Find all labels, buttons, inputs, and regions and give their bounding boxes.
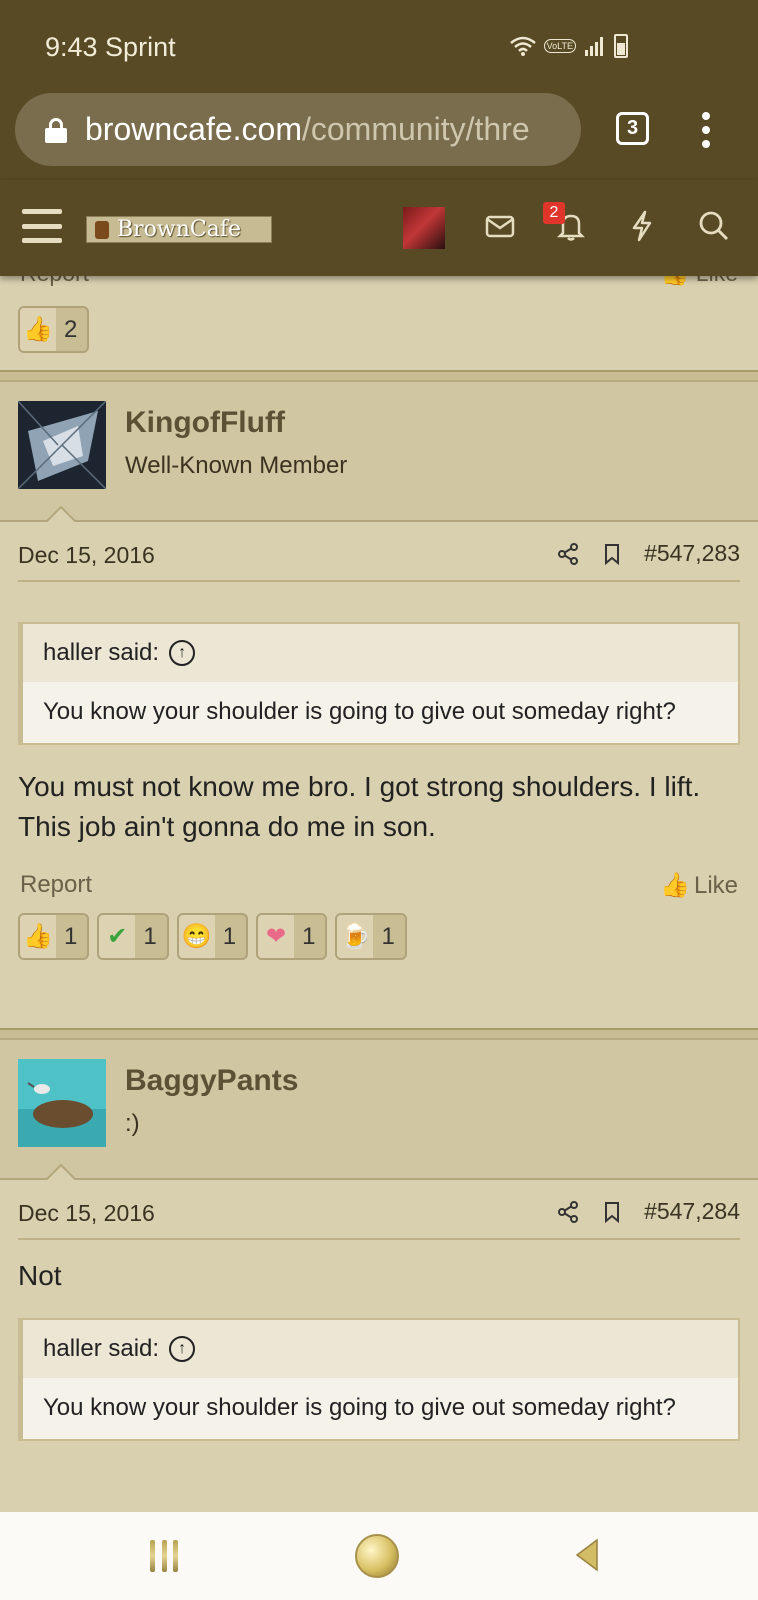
- thread-content: Report 👍 Like 👍2 KingofFluff Well-Known …: [0, 276, 758, 1512]
- heart-icon: ❤: [258, 915, 295, 958]
- post-message: Not: [18, 1260, 62, 1291]
- quote-header[interactable]: haller said: ↑: [23, 624, 738, 682]
- reaction-chip[interactable]: 👍 1: [18, 913, 90, 960]
- post-meta-actions: #547,283: [556, 540, 740, 567]
- browser-menu-button[interactable]: [700, 112, 712, 148]
- browser-toolbar: browncafe.com/community/thre 3: [0, 90, 758, 180]
- quote-author: haller said:: [43, 1335, 160, 1362]
- system-nav-bar: [0, 1512, 758, 1600]
- userbar-pointer: [46, 506, 76, 522]
- battery-icon: [614, 34, 628, 58]
- reaction-chip[interactable]: ✔ 1: [97, 913, 169, 960]
- username[interactable]: BaggyPants: [125, 1064, 298, 1098]
- post-date[interactable]: Dec 15, 2016: [18, 1200, 155, 1227]
- lightning-icon[interactable]: [620, 204, 664, 248]
- site-logo[interactable]: BrownCafe: [86, 216, 272, 243]
- url-domain: browncafe.com: [85, 111, 302, 147]
- thumbs-up-icon: 👍: [20, 915, 56, 958]
- post-meta-actions: #547,284: [556, 1198, 740, 1225]
- reaction-count: 1: [64, 922, 78, 950]
- reaction-chip[interactable]: 😁 1: [176, 913, 249, 960]
- url-path: /community/thre: [301, 111, 530, 147]
- back-icon[interactable]: [575, 1538, 599, 1572]
- previous-post-reactions: 👍 2: [18, 306, 90, 353]
- post-date[interactable]: Dec 15, 2016: [18, 542, 155, 569]
- share-icon[interactable]: [556, 542, 580, 566]
- post-reactions: 👍 1 ✔ 1 😁 1 ❤ 1 🍺 1: [18, 913, 407, 960]
- reaction-count: 1: [222, 922, 237, 950]
- like-button[interactable]: 👍 Like: [660, 871, 738, 900]
- thumbs-up-icon: 👍: [20, 308, 56, 351]
- quote-block: haller said: ↑ You know your shoulder is …: [18, 622, 740, 745]
- quote-author: haller said:: [43, 639, 160, 666]
- wifi-icon: [509, 36, 536, 56]
- report-link[interactable]: Report: [20, 276, 89, 286]
- post-message: You must not know me bro. I got strong s…: [18, 771, 701, 842]
- reaction-count: 1: [143, 922, 157, 950]
- like-label: Like: [693, 871, 738, 899]
- userbar-pointer: [46, 1164, 76, 1180]
- post-meta: Dec 15, 2016 #547,283: [18, 522, 740, 582]
- recents-icon[interactable]: [150, 1540, 178, 1572]
- like-label: Like: [696, 276, 738, 286]
- lock-icon: [45, 117, 67, 143]
- post-547283: KingofFluff Well-Known Member Dec 15, 20…: [0, 370, 758, 971]
- post-userbar: KingofFluff Well-Known Member: [0, 382, 758, 522]
- user-title: :): [125, 1110, 140, 1137]
- quote-header[interactable]: haller said: ↑: [23, 1320, 738, 1378]
- post-meta: Dec 15, 2016 #547,284: [18, 1180, 740, 1240]
- bookmark-icon[interactable]: [600, 1200, 624, 1224]
- reaction-count: 2: [64, 315, 78, 343]
- post-userbar: BaggyPants :): [0, 1040, 758, 1180]
- thumbs-up-icon: 👍: [661, 276, 690, 286]
- previous-post-actions: Report 👍 Like: [20, 276, 738, 290]
- avatar[interactable]: [18, 1059, 106, 1147]
- post-separator: [0, 1028, 758, 1040]
- url-text: browncafe.com/community/thre: [85, 111, 530, 148]
- report-link[interactable]: Report: [20, 871, 92, 898]
- post-number-link[interactable]: #547,284: [644, 1198, 740, 1225]
- grin-icon: 😁: [178, 915, 215, 958]
- account-avatar[interactable]: [403, 207, 445, 249]
- signal-icon: [585, 37, 603, 56]
- bookmark-icon[interactable]: [600, 542, 624, 566]
- quote-text: You know your shoulder is going to give …: [43, 698, 676, 725]
- address-bar[interactable]: browncafe.com/community/thre: [15, 93, 581, 166]
- post-number-link[interactable]: #547,283: [644, 540, 740, 567]
- thumbs-up-icon: 👍: [660, 872, 690, 899]
- beer-icon: 🍺: [337, 915, 374, 958]
- arrow-up-circle-icon[interactable]: ↑: [169, 640, 196, 666]
- share-icon[interactable]: [556, 1200, 580, 1224]
- site-header: BrownCafe 2: [0, 180, 758, 276]
- logo-text: BrownCafe: [117, 217, 242, 242]
- quote-block: haller said: ↑ You know your shoulder is …: [18, 1318, 740, 1441]
- like-button[interactable]: 👍 Like: [661, 276, 738, 287]
- logo-figure-icon: [95, 220, 109, 239]
- post-separator: [0, 370, 758, 382]
- reactions-wrap: 👍 1 ✔ 1 😁 1 ❤ 1 🍺 1: [0, 911, 758, 971]
- volte-icon: VoLTE: [543, 39, 576, 53]
- user-title: Well-Known Member: [125, 452, 348, 479]
- status-bar: 9:43 Sprint VoLTE: [0, 0, 758, 90]
- reaction-count: 1: [302, 922, 316, 950]
- reaction-chip[interactable]: 👍 2: [18, 306, 90, 353]
- arrow-up-circle-icon[interactable]: ↑: [169, 1336, 196, 1362]
- reaction-chip[interactable]: ❤ 1: [256, 913, 328, 960]
- username[interactable]: KingofFluff: [125, 406, 285, 440]
- quote-text: You know your shoulder is going to give …: [43, 1394, 676, 1421]
- status-time: 9:43 Sprint: [45, 32, 176, 62]
- post-actions: Report 👍 Like: [20, 871, 738, 911]
- hamburger-menu-icon[interactable]: [22, 209, 62, 243]
- system-icons: VoLTE: [509, 34, 628, 58]
- reaction-count: 1: [381, 922, 395, 950]
- search-icon[interactable]: [692, 204, 736, 248]
- reaction-chip[interactable]: 🍺 1: [335, 913, 407, 960]
- home-button-icon[interactable]: [355, 1534, 399, 1578]
- inbox-icon[interactable]: [478, 204, 522, 248]
- alerts-badge: 2: [543, 202, 565, 224]
- post-547284: BaggyPants :) Dec 15, 2016 #547,284 Not …: [0, 1028, 758, 1441]
- tab-switcher-button[interactable]: 3: [616, 112, 649, 145]
- avatar[interactable]: [18, 401, 106, 489]
- checkmark-icon: ✔: [99, 915, 136, 958]
